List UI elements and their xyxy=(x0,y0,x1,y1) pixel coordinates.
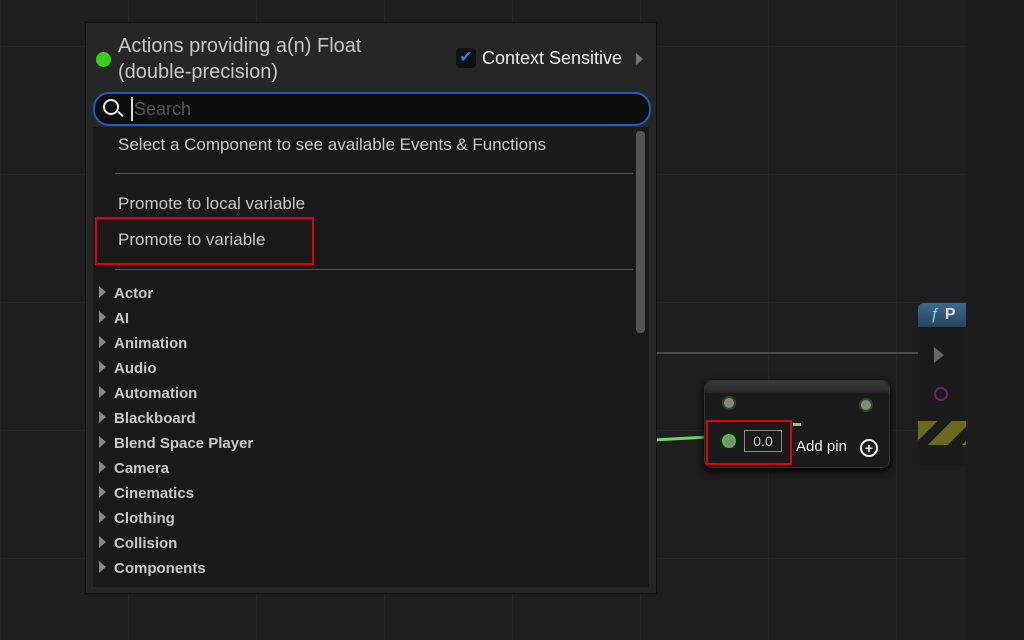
category-label: Components xyxy=(114,560,206,577)
add-pin-label[interactable]: Add pin xyxy=(796,438,847,455)
exec-wire xyxy=(655,352,920,354)
output-pin[interactable] xyxy=(859,398,873,412)
category-item[interactable]: Blackboard xyxy=(99,410,196,427)
expand-triangle-icon[interactable] xyxy=(99,286,106,298)
expand-arrow-icon[interactable] xyxy=(636,53,643,65)
object-pin-icon[interactable] xyxy=(934,387,948,401)
exec-pin-icon[interactable] xyxy=(934,347,944,363)
action-menu-popup: Actions providing a(n) Float (double-pre… xyxy=(85,22,657,594)
pin-dash xyxy=(793,423,801,426)
highlight-box-promote xyxy=(95,217,314,265)
divider xyxy=(115,269,633,270)
category-item[interactable]: Actor xyxy=(99,285,153,302)
expand-triangle-icon[interactable] xyxy=(99,536,106,548)
context-sensitive-label[interactable]: Context Sensitive xyxy=(482,48,622,69)
category-label: Animation xyxy=(114,335,188,352)
search-field[interactable] xyxy=(93,92,651,126)
float-wire xyxy=(654,435,708,442)
right-panel xyxy=(966,0,1024,640)
category-item[interactable]: Automation xyxy=(99,385,197,402)
category-label: Automation xyxy=(114,385,198,402)
expand-triangle-icon[interactable] xyxy=(99,436,106,448)
expand-triangle-icon[interactable] xyxy=(99,511,106,523)
category-item[interactable]: Components xyxy=(99,560,206,577)
category-item[interactable]: Camera xyxy=(99,460,169,477)
float-pin-icon xyxy=(96,52,111,67)
category-label: Blackboard xyxy=(114,410,196,427)
search-icon xyxy=(103,99,119,115)
add-pin-plus-icon[interactable]: + xyxy=(860,439,878,457)
expand-triangle-icon[interactable] xyxy=(99,311,106,323)
expand-triangle-icon[interactable] xyxy=(99,561,106,573)
scrollbar-thumb[interactable] xyxy=(636,131,645,333)
category-label: Cinematics xyxy=(114,485,195,502)
expand-triangle-icon[interactable] xyxy=(99,411,106,423)
category-item[interactable]: Animation xyxy=(99,335,187,352)
popup-title: Actions providing a(n) Float (double-pre… xyxy=(118,35,362,83)
action-promote-local-variable[interactable]: Promote to local variable xyxy=(118,194,305,214)
expand-triangle-icon[interactable] xyxy=(99,461,106,473)
category-item[interactable]: Audio xyxy=(99,360,157,377)
expand-triangle-icon[interactable] xyxy=(99,336,106,348)
expand-triangle-icon[interactable] xyxy=(99,486,106,498)
input-pin[interactable] xyxy=(722,396,736,410)
function-icon: ƒ xyxy=(930,306,939,323)
category-label: Clothing xyxy=(114,510,175,527)
function-node[interactable]: ƒP xyxy=(918,303,966,466)
context-sensitive-checkbox[interactable]: ✔ xyxy=(456,48,476,68)
warning-stripes xyxy=(918,421,966,445)
action-list: Select a Component to see available Even… xyxy=(93,127,649,587)
category-label: Audio xyxy=(114,360,157,377)
category-label: Blend Space Player xyxy=(114,435,254,452)
category-item[interactable]: Blend Space Player xyxy=(99,435,253,452)
category-label: Camera xyxy=(114,460,170,477)
float-value-input[interactable]: 0.0 xyxy=(744,430,782,452)
divider xyxy=(115,173,633,174)
category-label: AI xyxy=(114,310,129,327)
category-item[interactable]: Cinematics xyxy=(99,485,194,502)
category-item[interactable]: AI xyxy=(99,310,129,327)
expand-triangle-icon[interactable] xyxy=(99,361,106,373)
category-item[interactable]: Collision xyxy=(99,535,177,552)
category-label: Actor xyxy=(114,285,154,302)
expand-triangle-icon[interactable] xyxy=(99,386,106,398)
info-text: Select a Component to see available Even… xyxy=(118,135,547,154)
category-item[interactable]: Clothing xyxy=(99,510,175,527)
category-label: Collision xyxy=(114,535,178,552)
search-input[interactable] xyxy=(131,97,636,121)
